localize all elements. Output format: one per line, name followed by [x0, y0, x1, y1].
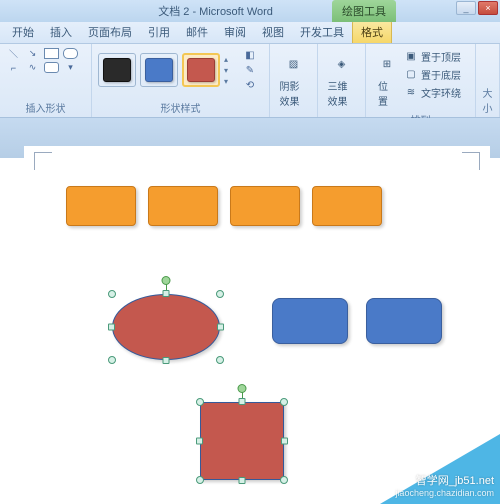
- handle2-s[interactable]: [239, 477, 246, 484]
- tab-references[interactable]: 引用: [140, 21, 178, 43]
- shape-red-square-selected[interactable]: [200, 402, 284, 480]
- shape-orange-rect-1[interactable]: [66, 186, 136, 226]
- back-icon: ▢: [404, 69, 418, 81]
- group-insert-shape: ＼ ↘ ⌐ ∿ ▾ 插入形状: [0, 44, 92, 117]
- shape-outline-button[interactable]: ✎: [242, 63, 258, 77]
- handle-se[interactable]: [216, 356, 224, 364]
- shape-fill-button[interactable]: ◧: [242, 48, 258, 62]
- group-label-insert-shape: 插入形状: [6, 98, 85, 115]
- position-icon: ⊞: [373, 50, 401, 78]
- handle2-w[interactable]: [196, 438, 203, 445]
- shape-curve-icon[interactable]: ∿: [25, 62, 40, 73]
- shadow-effect-button[interactable]: ▨ 阴影效果: [274, 48, 314, 110]
- margin-mark-tl: [34, 152, 52, 170]
- shape-style-tools: ◧ ✎ ⟲: [242, 48, 258, 92]
- shape-blue-rect-1[interactable]: [272, 298, 348, 344]
- handle-ne[interactable]: [216, 290, 224, 298]
- group-3d: ◈ 三维效果: [318, 44, 366, 117]
- group-size: 大小: [476, 44, 500, 117]
- tab-developer[interactable]: 开发工具: [292, 21, 352, 43]
- handle2-se[interactable]: [280, 476, 288, 484]
- front-label: 置于顶层: [421, 49, 461, 64]
- threed-icon: ◈: [328, 50, 356, 78]
- ribbon: ＼ ↘ ⌐ ∿ ▾ 插入形状 ▴▾▾: [0, 44, 500, 118]
- back-label: 置于底层: [421, 67, 461, 82]
- tab-page-layout[interactable]: 页面布局: [80, 21, 140, 43]
- handle2-n[interactable]: [239, 398, 246, 405]
- square-body: [200, 402, 284, 480]
- shadow-label: 阴影效果: [280, 78, 308, 108]
- style-swatch-blue[interactable]: [140, 53, 178, 87]
- shape-arrow-icon[interactable]: ↘: [25, 48, 40, 59]
- shape-ellipse-icon[interactable]: [63, 48, 78, 59]
- window-title: 文档 2 - Microsoft Word: [158, 3, 273, 19]
- shape-style-gallery[interactable]: ▴▾▾: [98, 53, 236, 87]
- close-button[interactable]: ×: [478, 1, 498, 15]
- minimize-button[interactable]: _: [456, 1, 476, 15]
- wrap-icon: ≋: [404, 87, 418, 99]
- group-shape-style: ▴▾▾ ◧ ✎ ⟲ 形状样式: [92, 44, 270, 117]
- group-arrange: ⊞ 位置 ▣ 置于顶层 ▢ 置于底层 ≋ 文字环绕 排列: [366, 44, 476, 117]
- tab-format[interactable]: 格式: [352, 20, 392, 43]
- position-button[interactable]: ⊞ 位置: [372, 48, 402, 110]
- text-wrap-button[interactable]: ≋ 文字环绕: [402, 84, 463, 101]
- front-icon: ▣: [404, 51, 418, 63]
- style-swatch-red[interactable]: [182, 53, 220, 87]
- window-controls: _ ×: [456, 1, 498, 15]
- handle-sw[interactable]: [108, 356, 116, 364]
- tab-review[interactable]: 审阅: [216, 21, 254, 43]
- shape-connector-icon[interactable]: ⌐: [6, 62, 21, 73]
- handle2-sw[interactable]: [196, 476, 204, 484]
- margin-mark-tr: [462, 152, 480, 170]
- wrap-label: 文字环绕: [421, 85, 461, 100]
- handle-s[interactable]: [163, 357, 170, 364]
- group-label-size: 大小: [482, 83, 493, 115]
- shape-orange-rect-4[interactable]: [312, 186, 382, 226]
- group-label-shape-style: 形状样式: [98, 98, 263, 115]
- handle2-nw[interactable]: [196, 398, 204, 406]
- rotation-handle[interactable]: [162, 276, 171, 285]
- bring-to-front-button[interactable]: ▣ 置于顶层: [402, 48, 463, 65]
- shape-rect-icon[interactable]: [44, 48, 59, 59]
- group-shadow: ▨ 阴影效果: [270, 44, 318, 117]
- handle-n[interactable]: [163, 290, 170, 297]
- style-gallery-scroll[interactable]: ▴▾▾: [224, 55, 236, 86]
- handle2-e[interactable]: [281, 438, 288, 445]
- watermark-sub: jiaocheng.chazidian.com: [395, 488, 494, 498]
- tab-view[interactable]: 视图: [254, 21, 292, 43]
- watermark-site: 智学网_jb51.net: [395, 472, 494, 488]
- threed-label: 三维效果: [328, 78, 356, 108]
- shape-orange-rect-3[interactable]: [230, 186, 300, 226]
- tab-insert[interactable]: 插入: [42, 21, 80, 43]
- tab-start[interactable]: 开始: [4, 21, 42, 43]
- document-area: 智学网_jb51.net jiaocheng.chazidian.com: [0, 118, 500, 504]
- position-label: 位置: [378, 78, 396, 108]
- rotation-handle-2[interactable]: [238, 384, 247, 393]
- shape-blue-rect-2[interactable]: [366, 298, 442, 344]
- style-swatch-black[interactable]: [98, 53, 136, 87]
- title-bar: 文档 2 - Microsoft Word 绘图工具 _ ×: [0, 0, 500, 22]
- contextual-tab-label: 绘图工具: [332, 0, 396, 22]
- shape-roundrect-icon[interactable]: [44, 62, 59, 73]
- shape-more-icon[interactable]: ▾: [63, 62, 78, 73]
- shape-red-ellipse-selected[interactable]: [112, 294, 220, 360]
- send-to-back-button[interactable]: ▢ 置于底层: [402, 66, 463, 83]
- handle-e[interactable]: [217, 324, 224, 331]
- ribbon-tabs: 开始 插入 页面布局 引用 邮件 审阅 视图 开发工具 格式: [0, 22, 500, 44]
- tab-mailings[interactable]: 邮件: [178, 21, 216, 43]
- shadow-icon: ▨: [280, 50, 308, 78]
- ellipse-body: [112, 294, 220, 360]
- handle-nw[interactable]: [108, 290, 116, 298]
- shape-orange-rect-2[interactable]: [148, 186, 218, 226]
- handle-w[interactable]: [108, 324, 115, 331]
- shape-line-icon[interactable]: ＼: [6, 48, 21, 59]
- change-shape-button[interactable]: ⟲: [242, 78, 258, 92]
- shapes-gallery[interactable]: ＼ ↘ ⌐ ∿ ▾: [6, 48, 85, 73]
- handle2-ne[interactable]: [280, 398, 288, 406]
- threed-effect-button[interactable]: ◈ 三维效果: [322, 48, 362, 110]
- watermark-text: 智学网_jb51.net jiaocheng.chazidian.com: [395, 472, 494, 498]
